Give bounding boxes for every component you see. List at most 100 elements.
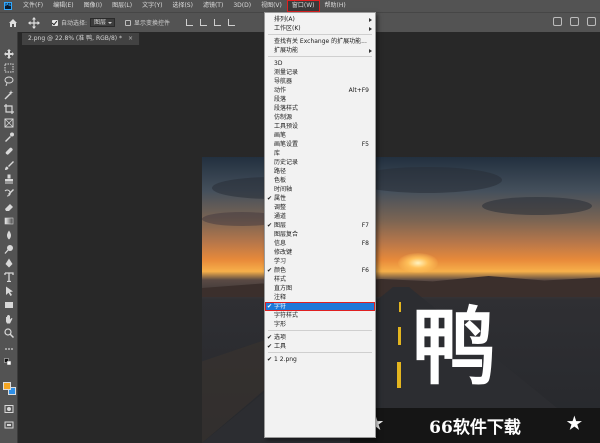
window-menu-item[interactable]: 工具预设 [265,122,375,131]
window-menu-item[interactable]: ✔ 属性 [265,194,375,203]
window-menu-item[interactable]: 画笔 [265,131,375,140]
search-icon[interactable] [553,17,562,26]
document-canvas[interactable]: 鸭 [202,157,600,443]
window-menu-item[interactable]: ✔ 图层 F7 [265,221,375,230]
crop-tool-icon[interactable] [4,104,14,114]
path-selection-tool-icon[interactable] [4,286,14,296]
window-menu-item[interactable]: 扩展功能 [265,46,375,55]
window-menu-item[interactable]: 排列(A) [265,15,375,24]
window-menu-item[interactable]: 时间轴 [265,185,375,194]
window-menu-item[interactable]: ✔ 颜色 F6 [265,266,375,275]
window-menu-item[interactable]: 字符样式 [265,311,375,320]
rectangle-tool-icon[interactable] [4,300,14,310]
sunset-glow [398,253,438,273]
more-tools-icon[interactable] [4,344,14,354]
blur-tool-icon[interactable] [4,230,14,240]
eyedropper-tool-icon[interactable] [4,132,14,142]
menu-3d-d[interactable]: 3D(D) [228,0,256,12]
brush-tool-icon[interactable] [4,160,14,170]
dodge-tool-icon[interactable] [4,244,14,254]
menu-滤镜-t[interactable]: 滤镜(T) [198,0,228,12]
pen-tool-icon[interactable] [4,258,14,268]
magic-wand-tool-icon[interactable] [4,90,14,100]
window-menu-item-label: 注释 [274,294,287,301]
menu-窗口-w[interactable]: 窗口(W) [286,0,320,12]
show-transform-checkbox[interactable] [125,19,132,26]
move-tool-icon[interactable] [28,16,40,29]
menu-编辑-e[interactable]: 编辑(E) [48,0,78,12]
window-menu-item[interactable]: 库 [265,149,375,158]
window-menu-item[interactable]: 字形 [265,320,375,329]
window-menu-item[interactable]: 导航器 [265,77,375,86]
auto-select-checkbox[interactable] [52,19,58,26]
window-menu-item[interactable]: 调整 [265,203,375,212]
menu-separator [268,330,372,331]
window-menu-item-label: 图层复合 [274,231,299,238]
window-menu-item[interactable]: 历史记录 [265,158,375,167]
align-top-icon[interactable] [228,19,236,26]
lasso-tool-icon[interactable] [4,76,14,86]
window-menu-item[interactable]: ✔ 1 2.png [265,355,375,364]
window-menu-item[interactable]: 图层复合 [265,230,375,239]
window-menu-item[interactable]: 测量记录 [265,68,375,77]
auto-select-dropdown[interactable]: 图层 [90,18,116,27]
clone-stamp-tool-icon[interactable] [4,174,14,184]
window-menu-item[interactable]: 动作 Alt+F9 [265,86,375,95]
window-menu-item[interactable]: 通道 [265,212,375,221]
window-menu-item[interactable]: 画笔设置 F5 [265,140,375,149]
frame-tool-icon[interactable] [4,118,14,128]
move-tool-icon[interactable] [4,49,14,59]
workspace-icon[interactable] [570,17,579,26]
menu-文件-f[interactable]: 文件(F) [18,0,48,12]
menu-文字-y[interactable]: 文字(Y) [137,0,167,12]
window-menu-item[interactable]: 段落 [265,95,375,104]
close-icon[interactable]: × [128,35,133,42]
window-menu-item-label: 导航器 [274,78,293,85]
window-menu-item[interactable]: 工作区(K) [265,24,375,33]
default-colors-icon[interactable] [4,358,14,368]
window-menu-item[interactable]: ✔ 选项 [265,333,375,342]
window-menu-item-label: 颜色 [274,267,287,274]
quick-mask-icon[interactable] [4,404,14,414]
menu-视图-v[interactable]: 视图(V) [256,0,287,12]
menu-图层-l[interactable]: 图层(L) [107,0,137,12]
window-menu-item-label: 字形 [274,321,287,328]
window-menu-item[interactable]: 直方图 [265,284,375,293]
align-left-icon[interactable] [186,19,194,26]
foreground-color-swatch[interactable] [3,382,11,390]
checkmark-icon: ✔ [267,343,273,350]
window-menu-item[interactable]: 注释 [265,293,375,302]
zoom-tool-icon[interactable] [4,328,14,338]
menu-图像-i[interactable]: 图像(I) [79,0,107,12]
gradient-tool-icon[interactable] [4,216,14,226]
window-menu-item[interactable]: 段落样式 [265,104,375,113]
share-icon[interactable] [587,17,596,26]
window-menu-item[interactable]: 路径 [265,167,375,176]
menu-选择-s[interactable]: 选择(S) [167,0,198,12]
window-menu-item[interactable]: 仿制源 [265,113,375,122]
window-menu-item[interactable]: ✔ 字符 [265,302,375,311]
healing-brush-tool-icon[interactable] [4,146,14,156]
align-right-icon[interactable] [214,19,222,26]
marquee-tool-icon[interactable] [4,63,14,73]
window-menu-item[interactable]: 信息 F8 [265,239,375,248]
document-tab[interactable]: 2.png @ 22.8% (准 鸭, RGB/8) * × [22,33,140,45]
home-icon[interactable] [8,18,18,28]
window-menu-item[interactable]: 学习 [265,257,375,266]
eraser-tool-icon[interactable] [4,202,14,212]
hand-tool-icon[interactable] [4,314,14,324]
window-menu-item[interactable]: 3D [265,59,375,68]
align-center-icon[interactable] [200,19,208,26]
window-menu-item-label: 测量记录 [274,69,299,76]
window-menu-item[interactable]: 修改键 [265,248,375,257]
window-menu-item[interactable]: 查找有关 Exchange 的扩展功能... [265,37,375,46]
menu-帮助-h[interactable]: 帮助(H) [320,0,351,12]
window-menu-item-label: 段落样式 [274,105,299,112]
screen-mode-icon[interactable] [4,420,14,430]
history-brush-tool-icon[interactable] [4,188,14,198]
window-menu-item[interactable]: 样式 [265,275,375,284]
menu-bar: Ps 文件(F) 编辑(E) 图像(I) 图层(L) 文字(Y) 选择(S) 滤镜(T) 3D… [0,0,600,12]
type-tool-icon[interactable] [4,272,14,282]
window-menu-item[interactable]: 色板 [265,176,375,185]
window-menu-item[interactable]: ✔ 工具 [265,342,375,351]
